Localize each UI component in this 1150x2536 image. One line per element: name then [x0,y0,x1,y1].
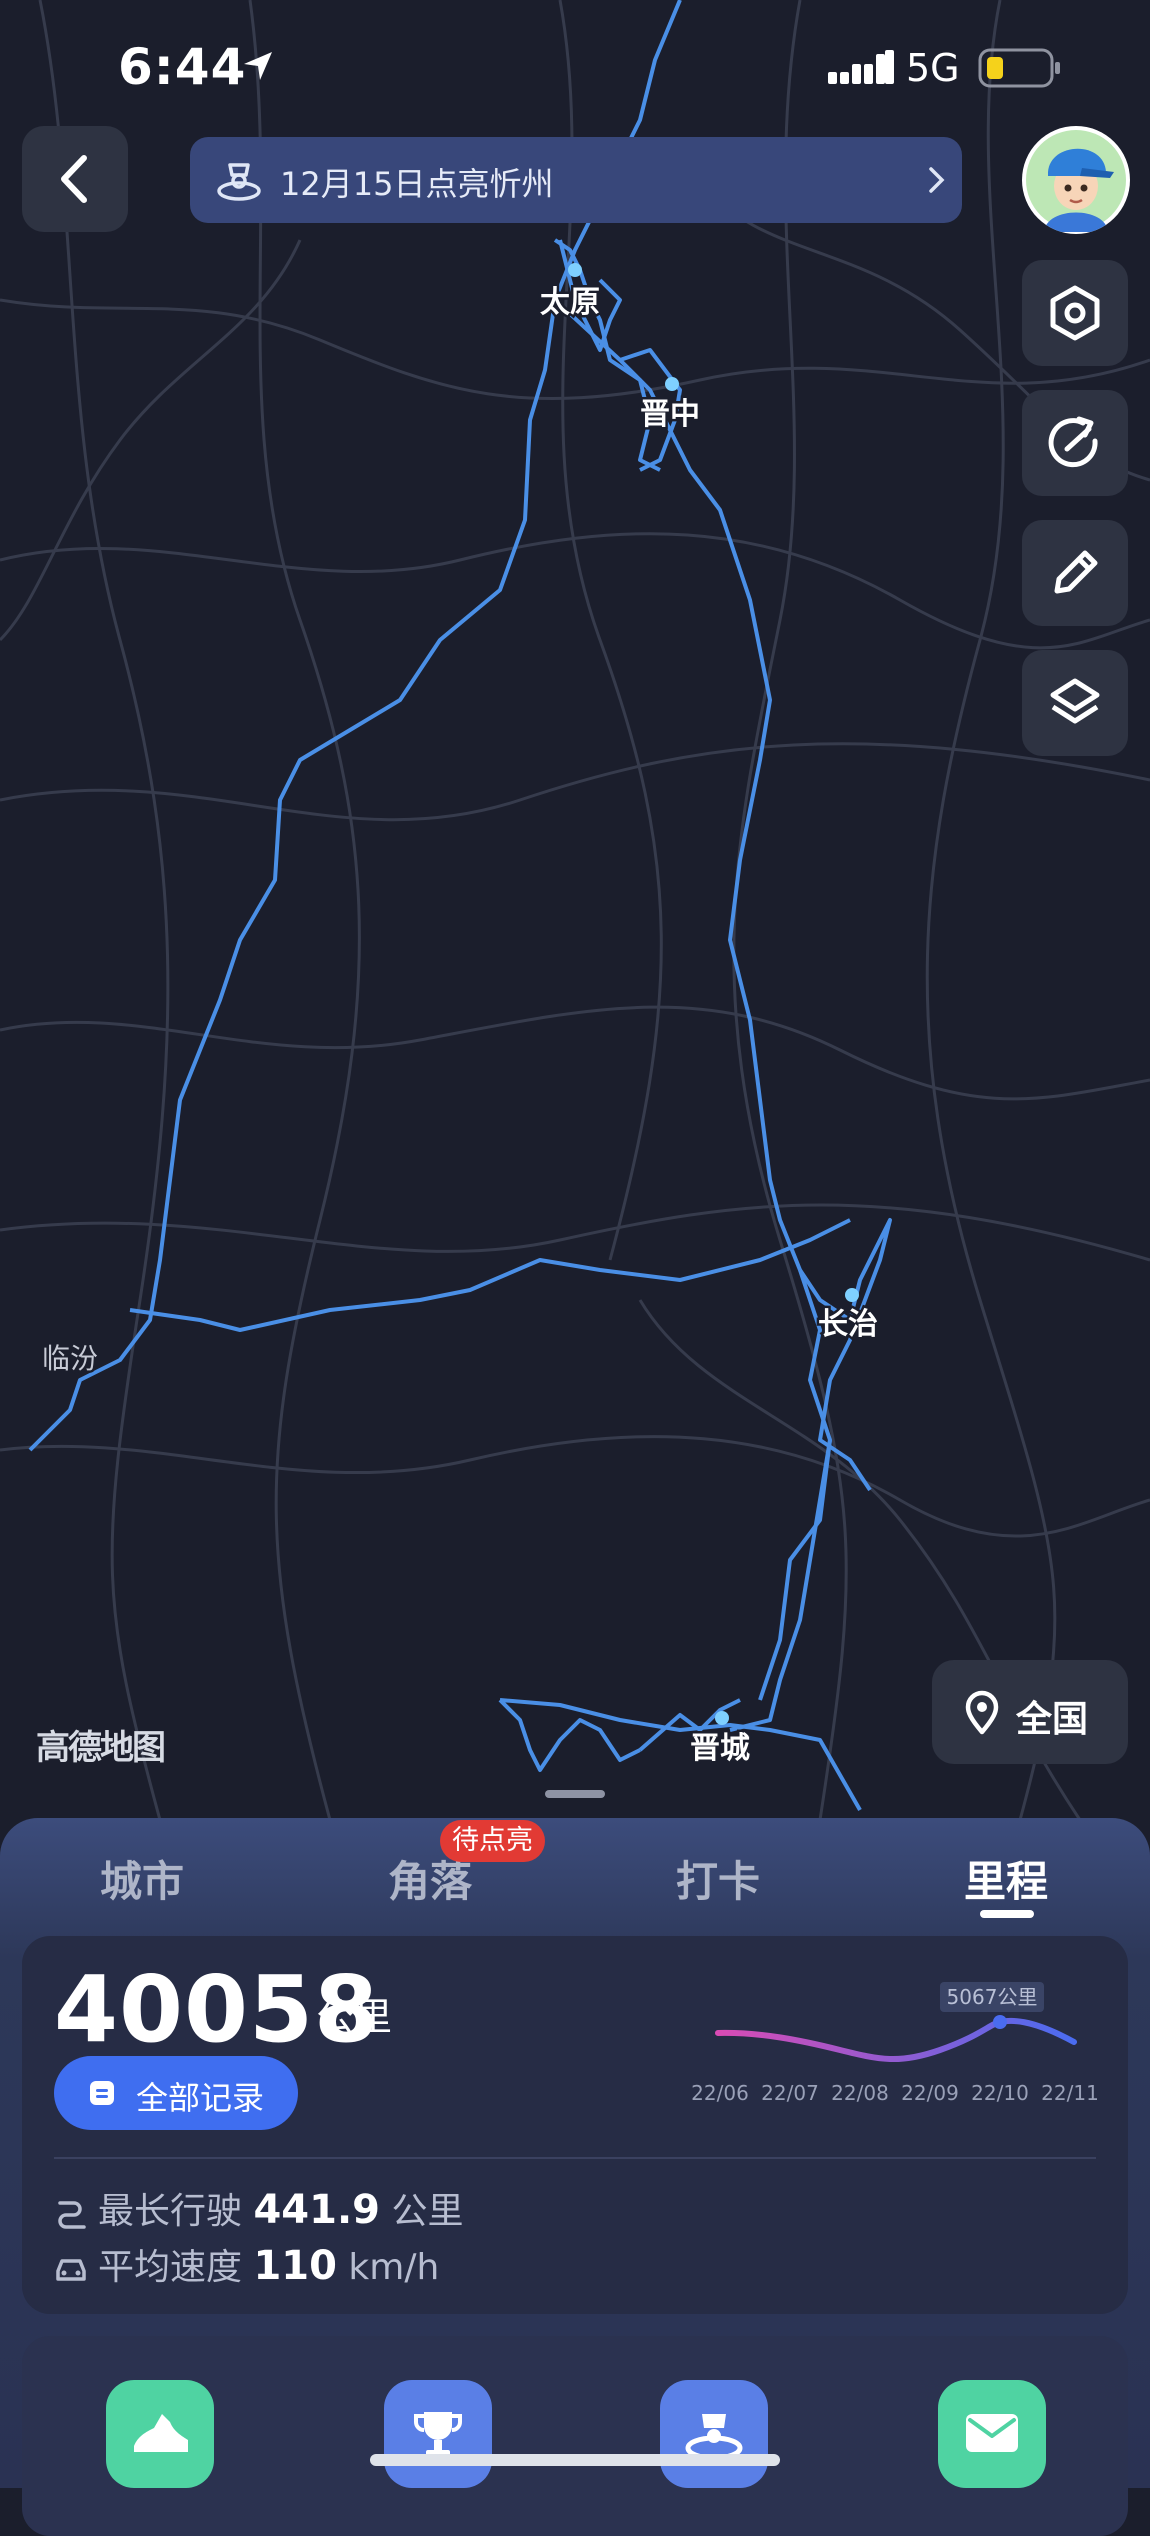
pencil-icon [1054,550,1098,594]
network-type: 5G [906,46,960,90]
mileage-trend-chart: 5067公里 22/06 22/07 22/08 22/09 22/10 22/… [691,1982,1099,2105]
mail-shortcut-button[interactable] [938,2380,1046,2488]
avg-speed-value: 110 [253,2243,337,2289]
avatar-image [1026,130,1126,232]
trend-x-label: 22/07 [761,2081,819,2105]
traveler-shortcut-button[interactable] [660,2380,768,2488]
nationwide-label: 全国 [1016,1699,1089,1740]
location-arrow-icon [244,52,272,80]
share-button[interactable] [1022,390,1128,496]
divider [54,2157,1096,2159]
battery-icon [978,48,1060,88]
city-label-changzhi: 长治 [818,1307,878,1342]
tab-mileage[interactable]: 里程 [906,1848,1106,1909]
banner-text: 12月15日点亮忻州 [280,165,554,203]
corner-badge: 待点亮 [440,1820,545,1862]
longest-drive-row: 最长行驶 441.9 公里 [54,2182,463,2234]
amap-logo: 高德地图 [36,1728,166,1768]
hexagon-settings-icon [1050,285,1100,341]
city-label-taiyuan: 太原 [540,285,600,320]
signal-icon [828,50,894,84]
all-records-button[interactable]: 全部记录 [54,2056,298,2130]
status-time: 6:44 [118,38,247,96]
back-arrow-icon [61,155,87,203]
city-label-jinzhong: 晋中 [640,397,700,432]
route-icon [58,2201,86,2229]
trend-peak-label: 5067公里 [947,1985,1038,2009]
share-arrow-icon [1048,416,1098,468]
trend-x-label: 22/06 [691,2081,749,2105]
drag-handle[interactable] [545,1790,605,1798]
shoe-icon [134,2414,188,2452]
car-icon [56,2259,86,2281]
tab-active-indicator [980,1910,1034,1918]
mail-icon [966,2414,1018,2452]
traveler-icon [217,163,261,201]
tab-checkin[interactable]: 打卡 [618,1848,818,1909]
longest-drive-label: 最长行驶 [98,2191,243,2232]
layers-button[interactable] [1022,650,1128,756]
trend-peak-point [993,2015,1007,2029]
nationwide-button[interactable]: 全国 [932,1660,1128,1764]
map-view[interactable]: 太原 晋中 长治 临汾 晋城 [0,0,1150,1820]
trend-x-label: 22/09 [901,2081,959,2105]
trophy-shortcut-button[interactable] [384,2380,492,2488]
city-label-linfen: 临汾 [42,1342,98,1375]
layers-icon [1050,678,1100,724]
longest-drive-unit: 公里 [391,2191,464,2232]
avatar[interactable] [1022,126,1130,234]
records-icon [90,2081,114,2105]
longest-drive-value: 441.9 [253,2187,380,2233]
tab-city[interactable]: 城市 [42,1848,242,1909]
back-button[interactable] [22,126,128,232]
location-pin-icon [965,1690,999,1735]
chevron-right-icon [929,167,945,193]
avg-speed-unit: km/h [348,2247,440,2288]
home-indicator[interactable] [370,2454,780,2466]
lightup-banner[interactable]: 12月15日点亮忻州 [190,137,962,223]
mileage-unit: 公里 [316,1995,393,2039]
trend-line [715,2017,1077,2063]
avg-speed-row: 平均速度 110 km/h [54,2238,439,2290]
city-label-jincheng: 晋城 [690,1731,750,1766]
all-records-label: 全部记录 [136,2079,265,2117]
trend-x-label: 22/11 [1041,2081,1099,2105]
trend-x-label: 22/10 [971,2081,1029,2105]
shoe-shortcut-button[interactable] [106,2380,214,2488]
avg-speed-label: 平均速度 [98,2247,243,2288]
edit-button[interactable] [1022,520,1128,626]
settings-button[interactable] [1022,260,1128,366]
trend-x-label: 22/08 [831,2081,889,2105]
